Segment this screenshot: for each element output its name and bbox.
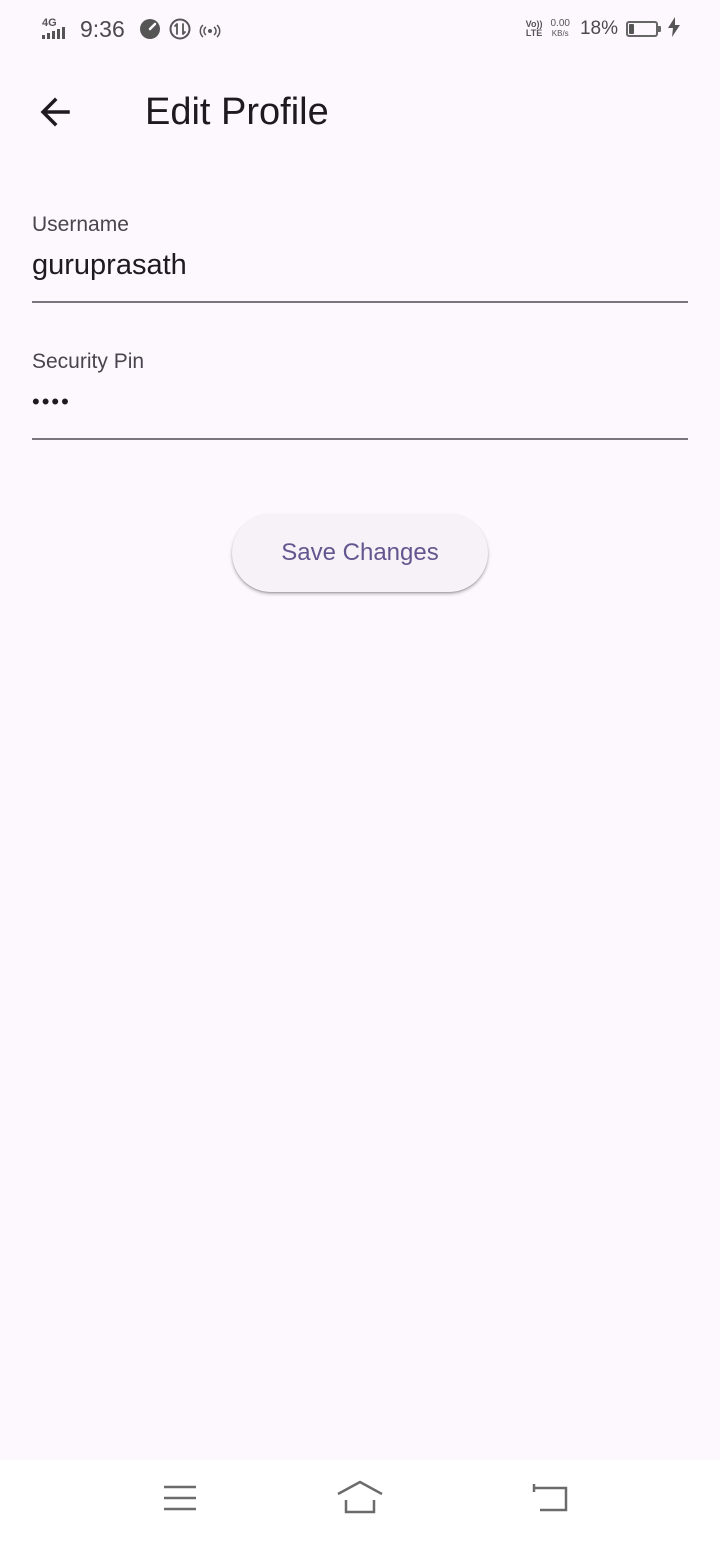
speed-unit: KB/s <box>551 29 569 38</box>
status-bar-right: Vo)) LTE 0.00 KB/s 18% <box>526 14 680 44</box>
speed-gauge-icon <box>139 18 161 40</box>
security-pin-input[interactable]: •••• <box>32 384 688 420</box>
volte-indicator: Vo)) LTE <box>526 20 543 38</box>
username-input[interactable] <box>32 247 688 283</box>
home-icon <box>337 1480 383 1514</box>
app-bar: Edit Profile <box>0 64 720 160</box>
security-pin-label: Security Pin <box>32 350 145 373</box>
menu-button[interactable] <box>140 1474 220 1522</box>
battery-fill <box>629 24 634 34</box>
charging-bolt-icon <box>668 16 680 42</box>
menu-icon <box>164 1485 196 1511</box>
battery-percent: 18% <box>579 18 618 39</box>
arrow-back-icon <box>40 97 70 127</box>
username-field[interactable]: Username <box>32 212 688 303</box>
back-button[interactable] <box>24 88 88 136</box>
security-pin-underline <box>32 438 688 440</box>
hotspot-icon <box>199 18 221 40</box>
battery-icon <box>626 21 661 37</box>
username-underline <box>32 301 688 303</box>
clock: 9:36 <box>80 15 125 42</box>
signal-icon: 4G <box>40 17 74 41</box>
page-title: Edit Profile <box>145 91 329 133</box>
status-bar-left: 4G 9:36 <box>40 14 229 44</box>
data-saver-icon <box>169 18 191 40</box>
network-speed: 0.00 KB/s <box>551 19 570 39</box>
speed-value: 0.00 <box>550 18 570 29</box>
home-button[interactable] <box>320 1474 400 1522</box>
security-pin-field[interactable]: Security Pin •••• <box>32 349 688 440</box>
back-nav-button[interactable] <box>510 1474 590 1522</box>
username-label: Username <box>32 213 129 236</box>
status-bar: 4G 9:36 Vo)) LTE 0.00 KB/s 18% <box>0 0 720 58</box>
volte-bottom: LTE <box>525 28 543 38</box>
back-nav-icon <box>532 1484 568 1512</box>
save-changes-button[interactable]: Save Changes <box>232 514 488 592</box>
system-nav-bar <box>0 1460 720 1544</box>
